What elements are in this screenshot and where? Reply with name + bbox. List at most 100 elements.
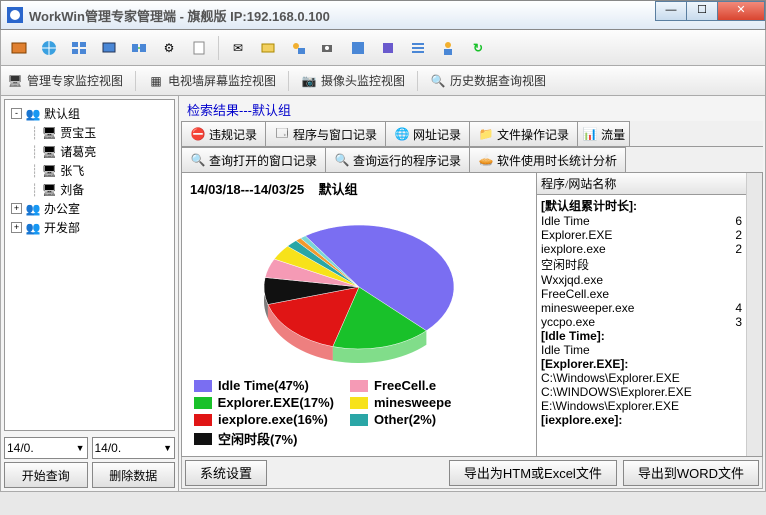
- tree-user[interactable]: ┊🖥刘备: [9, 180, 170, 199]
- tree-user[interactable]: ┊🖥张飞: [9, 161, 170, 180]
- list-item[interactable]: Wxxjqd.exe: [541, 273, 742, 287]
- tab-fileop[interactable]: 📁文件操作记录: [469, 121, 578, 146]
- view-tab-tvwall-label: 电视墙屏幕监控视图: [168, 72, 276, 89]
- tab-traffic[interactable]: 📊流量: [577, 121, 630, 146]
- legend-label: minesweepe: [374, 395, 451, 410]
- legend-label: FreeCell.e: [374, 378, 436, 393]
- chart-column: 14/03/18---14/03/25 默认组 Idle Time(47%)Fr…: [182, 173, 536, 456]
- toolbar-btn-doc[interactable]: [185, 34, 213, 62]
- list-item[interactable]: [默认组累计时长]:: [541, 197, 742, 214]
- view-tab-camera[interactable]: 📷摄像头监控视图: [301, 72, 405, 89]
- toolbar-btn-gear[interactable]: ⚙: [155, 34, 183, 62]
- toolbar-btn-12[interactable]: [344, 34, 372, 62]
- toolbar-separator: [218, 36, 219, 60]
- window-titlebar: WorkWin管理专家管理端 - 旗舰版 IP:192.168.0.100 — …: [0, 0, 766, 30]
- toolbar-btn-user-msg[interactable]: [284, 34, 312, 62]
- toolbar-btn-reload[interactable]: ↻: [464, 34, 492, 62]
- tab-usage-stats[interactable]: 🥧软件使用时长统计分析: [469, 147, 626, 172]
- toolbar-btn-screen[interactable]: [95, 34, 123, 62]
- folder-icon: 📁: [478, 126, 494, 142]
- record-tabs-row1: ⛔违规记录 🗔程序与窗口记录 🌐网址记录 📁文件操作记录 📊流量: [181, 121, 763, 147]
- view-tab-monitor[interactable]: 🖥管理专家监控视图: [7, 72, 123, 89]
- view-tab-monitor-label: 管理专家监控视图: [27, 72, 123, 89]
- view-tab-tvwall[interactable]: ▦电视墙屏幕监控视图: [148, 72, 276, 89]
- tree-user[interactable]: ┊🖥诸葛亮: [9, 142, 170, 161]
- maximize-button[interactable]: ☐: [686, 1, 718, 21]
- list-item[interactable]: C:\WINDOWS\Explorer.EXE: [541, 385, 742, 399]
- close-button[interactable]: ✕: [717, 1, 765, 21]
- list-body[interactable]: [默认组累计时长]:Idle Time6Explorer.EXE2iexplor…: [537, 195, 746, 456]
- toolbar-btn-monitors[interactable]: [65, 34, 93, 62]
- toolbar-btn-camera[interactable]: [314, 34, 342, 62]
- window-icon: 🗔: [274, 126, 290, 142]
- tree-group-office[interactable]: + 👥 办公室: [9, 199, 170, 218]
- monitor-icon: 🖥: [7, 73, 23, 89]
- view-tab-strip: 🖥管理专家监控视图 ▦电视墙屏幕监控视图 📷摄像头监控视图 🔍历史数据查询视图: [0, 66, 766, 96]
- export-html-excel-button[interactable]: 导出为HTM或Excel文件: [449, 460, 617, 486]
- legend-item: Explorer.EXE(17%): [194, 395, 334, 410]
- group-icon: 👥: [25, 201, 41, 217]
- toolbar-btn-film[interactable]: [374, 34, 402, 62]
- list-scrollbar[interactable]: [746, 173, 762, 456]
- list-item[interactable]: Explorer.EXE2: [541, 228, 742, 242]
- export-word-button[interactable]: 导出到WORD文件: [623, 460, 759, 486]
- legend-label: iexplore.exe(16%): [218, 412, 328, 427]
- tab-running-programs[interactable]: 🔍查询运行的程序记录: [325, 147, 470, 172]
- app-icon: [7, 7, 23, 23]
- tab-program-window[interactable]: 🗔程序与窗口记录: [265, 121, 386, 146]
- tab-url[interactable]: 🌐网址记录: [385, 121, 470, 146]
- toolbar-btn-mail[interactable]: ✉: [224, 34, 252, 62]
- date-to-input[interactable]: 14/0.▼: [92, 437, 176, 459]
- toolbar-btn-person[interactable]: [434, 34, 462, 62]
- list-item[interactable]: C:\Windows\Explorer.EXE: [541, 371, 742, 385]
- legend-label: Other(2%): [374, 412, 436, 427]
- list-item[interactable]: [Idle Time]:: [541, 329, 742, 343]
- list-item[interactable]: yccpo.exe3: [541, 315, 742, 329]
- legend-swatch: [194, 397, 212, 409]
- dropdown-icon: ▼: [163, 443, 172, 453]
- legend-swatch: [350, 397, 368, 409]
- expand-icon[interactable]: +: [11, 222, 22, 233]
- tab-open-windows[interactable]: 🔍查询打开的窗口记录: [181, 147, 326, 172]
- dropdown-icon: ▼: [76, 443, 85, 453]
- computer-icon: 🖥: [41, 144, 57, 160]
- tab-violation[interactable]: ⛔违规记录: [181, 121, 266, 146]
- camera-icon: 📷: [301, 73, 317, 89]
- toolbar-btn-list[interactable]: [404, 34, 432, 62]
- system-settings-button[interactable]: 系统设置: [185, 460, 267, 486]
- delete-data-button[interactable]: 删除数据: [92, 462, 176, 488]
- start-query-button[interactable]: 开始查询: [4, 462, 88, 488]
- client-tree[interactable]: - 👥 默认组 ┊🖥贾宝玉 ┊🖥诸葛亮 ┊🖥张飞 ┊🖥刘备 + 👥 办公室 + …: [4, 99, 175, 431]
- list-item[interactable]: Idle Time: [541, 343, 742, 357]
- legend-label: 空闲时段(7%): [218, 429, 297, 448]
- expand-icon[interactable]: +: [11, 203, 22, 214]
- legend-item: FreeCell.e: [350, 378, 490, 393]
- tree-group-default[interactable]: - 👥 默认组: [9, 104, 170, 123]
- list-item[interactable]: [iexplore.exe]:: [541, 413, 742, 427]
- chart-header: 14/03/18---14/03/25 默认组: [186, 177, 532, 200]
- minimize-button[interactable]: —: [655, 1, 687, 21]
- list-item[interactable]: iexplore.exe2: [541, 242, 742, 256]
- toolbar-btn-transfer[interactable]: [125, 34, 153, 62]
- list-item[interactable]: Idle Time6: [541, 214, 742, 228]
- forbidden-icon: ⛔: [190, 126, 206, 142]
- view-tab-history-label: 历史数据查询视图: [450, 72, 546, 89]
- toolbar-btn-1[interactable]: [5, 34, 33, 62]
- globe-icon: 🌐: [394, 126, 410, 142]
- list-item[interactable]: 空闲时段: [541, 256, 742, 273]
- tree-group-dev[interactable]: + 👥 开发部: [9, 218, 170, 237]
- group-icon: 👥: [25, 106, 41, 122]
- list-item[interactable]: FreeCell.exe: [541, 287, 742, 301]
- list-item[interactable]: [Explorer.EXE]:: [541, 357, 742, 371]
- bottom-bar: 系统设置 导出为HTM或Excel文件 导出到WORD文件: [181, 457, 763, 489]
- program-list: 程序/网站名称 [默认组累计时长]:Idle Time6Explorer.EXE…: [536, 173, 746, 456]
- tree-user[interactable]: ┊🖥贾宝玉: [9, 123, 170, 142]
- list-item[interactable]: minesweeper.exe4: [541, 301, 742, 315]
- date-from-input[interactable]: 14/0.▼: [4, 437, 88, 459]
- toolbar-btn-send[interactable]: [254, 34, 282, 62]
- collapse-icon[interactable]: -: [11, 108, 22, 119]
- toolbar-btn-globe[interactable]: [35, 34, 63, 62]
- record-tabs-row2: 🔍查询打开的窗口记录 🔍查询运行的程序记录 🥧软件使用时长统计分析: [181, 147, 763, 173]
- view-tab-history[interactable]: 🔍历史数据查询视图: [430, 72, 546, 89]
- list-item[interactable]: E:\Windows\Explorer.EXE: [541, 399, 742, 413]
